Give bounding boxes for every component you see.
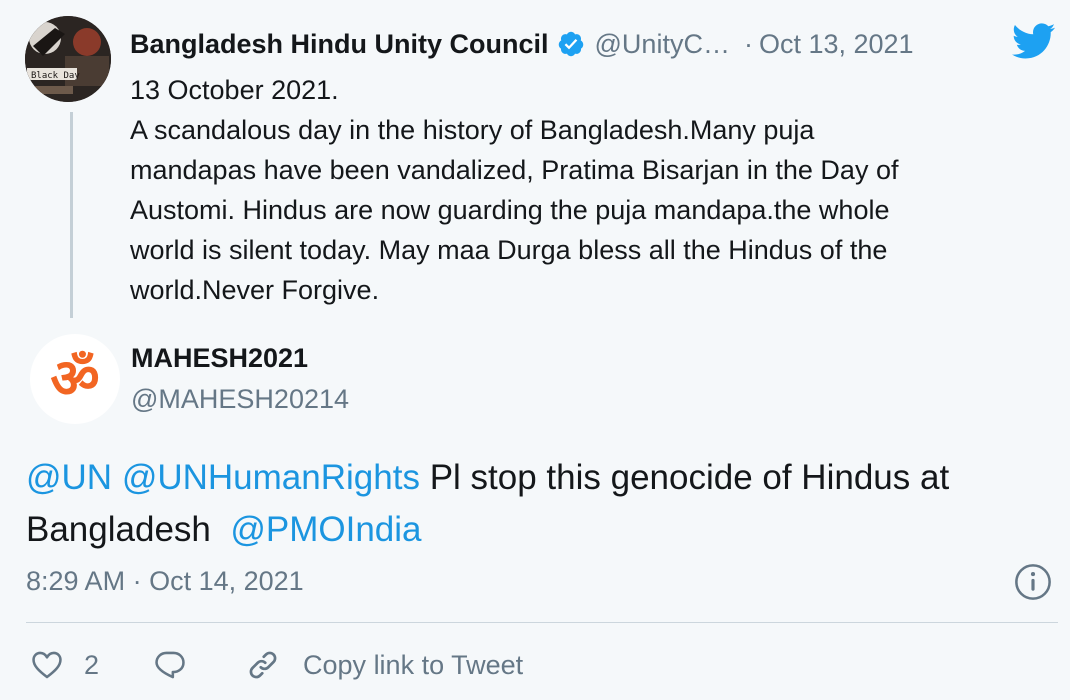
- mention-link[interactable]: @UNHumanRights: [122, 458, 420, 497]
- body-line: mandapas have been vandalized, Pratima B…: [130, 155, 899, 185]
- verified-badge-icon: [558, 31, 583, 57]
- reply-author-name[interactable]: MAHESH2021: [131, 343, 308, 374]
- parent-tweet-date[interactable]: Oct 13, 2021: [759, 29, 914, 60]
- time-separator: ·: [132, 566, 142, 596]
- divider: [26, 622, 1058, 623]
- body-line: world.Never Forgive.: [130, 275, 380, 305]
- reply-author-avatar[interactable]: ॐ: [30, 334, 120, 424]
- tweet-text-segment: Pl stop this genocide of Hindus at: [429, 458, 950, 497]
- tweet-text-segment: Bangladesh: [26, 510, 211, 549]
- tweet-action-bar: 2 Copy link to Tweet: [30, 645, 523, 685]
- heart-icon[interactable]: [30, 648, 64, 682]
- thread-connector-line: [70, 112, 73, 318]
- twitter-bird-icon[interactable]: [1010, 22, 1056, 60]
- mention-link[interactable]: @PMOIndia: [230, 510, 421, 549]
- parent-tweet-header: Bangladesh Hindu Unity Council @UnityC… …: [130, 26, 914, 62]
- tweet-date: Oct 14, 2021: [149, 566, 304, 596]
- parent-tweet-body: 13 October 2021. A scandalous day in the…: [130, 70, 1030, 310]
- body-line: Austomi. Hindus are now guarding the puj…: [130, 195, 890, 225]
- parent-author-avatar[interactable]: Black Day: [25, 16, 111, 102]
- om-symbol-icon: ॐ: [50, 347, 100, 410]
- avatar-image: Black Day: [25, 16, 111, 102]
- like-count: 2: [84, 649, 100, 680]
- copy-link-button[interactable]: Copy link to Tweet: [303, 650, 523, 681]
- body-line: 13 October 2021.: [130, 75, 339, 105]
- tweet-time: 8:29 AM: [26, 566, 126, 596]
- parent-author-name[interactable]: Bangladesh Hindu Unity Council: [130, 29, 549, 60]
- info-icon[interactable]: [1014, 563, 1052, 601]
- reply-timestamp[interactable]: 8:29 AM · Oct 14, 2021: [26, 566, 304, 597]
- link-icon[interactable]: [245, 647, 281, 683]
- mention-link[interactable]: @UN: [26, 458, 112, 497]
- body-line: world is silent today. May maa Durga ble…: [130, 235, 888, 265]
- date-separator: ·: [743, 28, 753, 59]
- body-line: A scandalous day in the history of Bangl…: [130, 115, 815, 145]
- reply-bubble-icon[interactable]: [153, 648, 187, 682]
- parent-author-handle[interactable]: @UnityC…: [595, 29, 730, 60]
- reply-tweet-text: @UN @UNHumanRights Pl stop this genocide…: [26, 452, 1056, 556]
- reply-author-handle[interactable]: @MAHESH20214: [131, 384, 349, 415]
- avatar-caption: Black Day: [31, 71, 80, 81]
